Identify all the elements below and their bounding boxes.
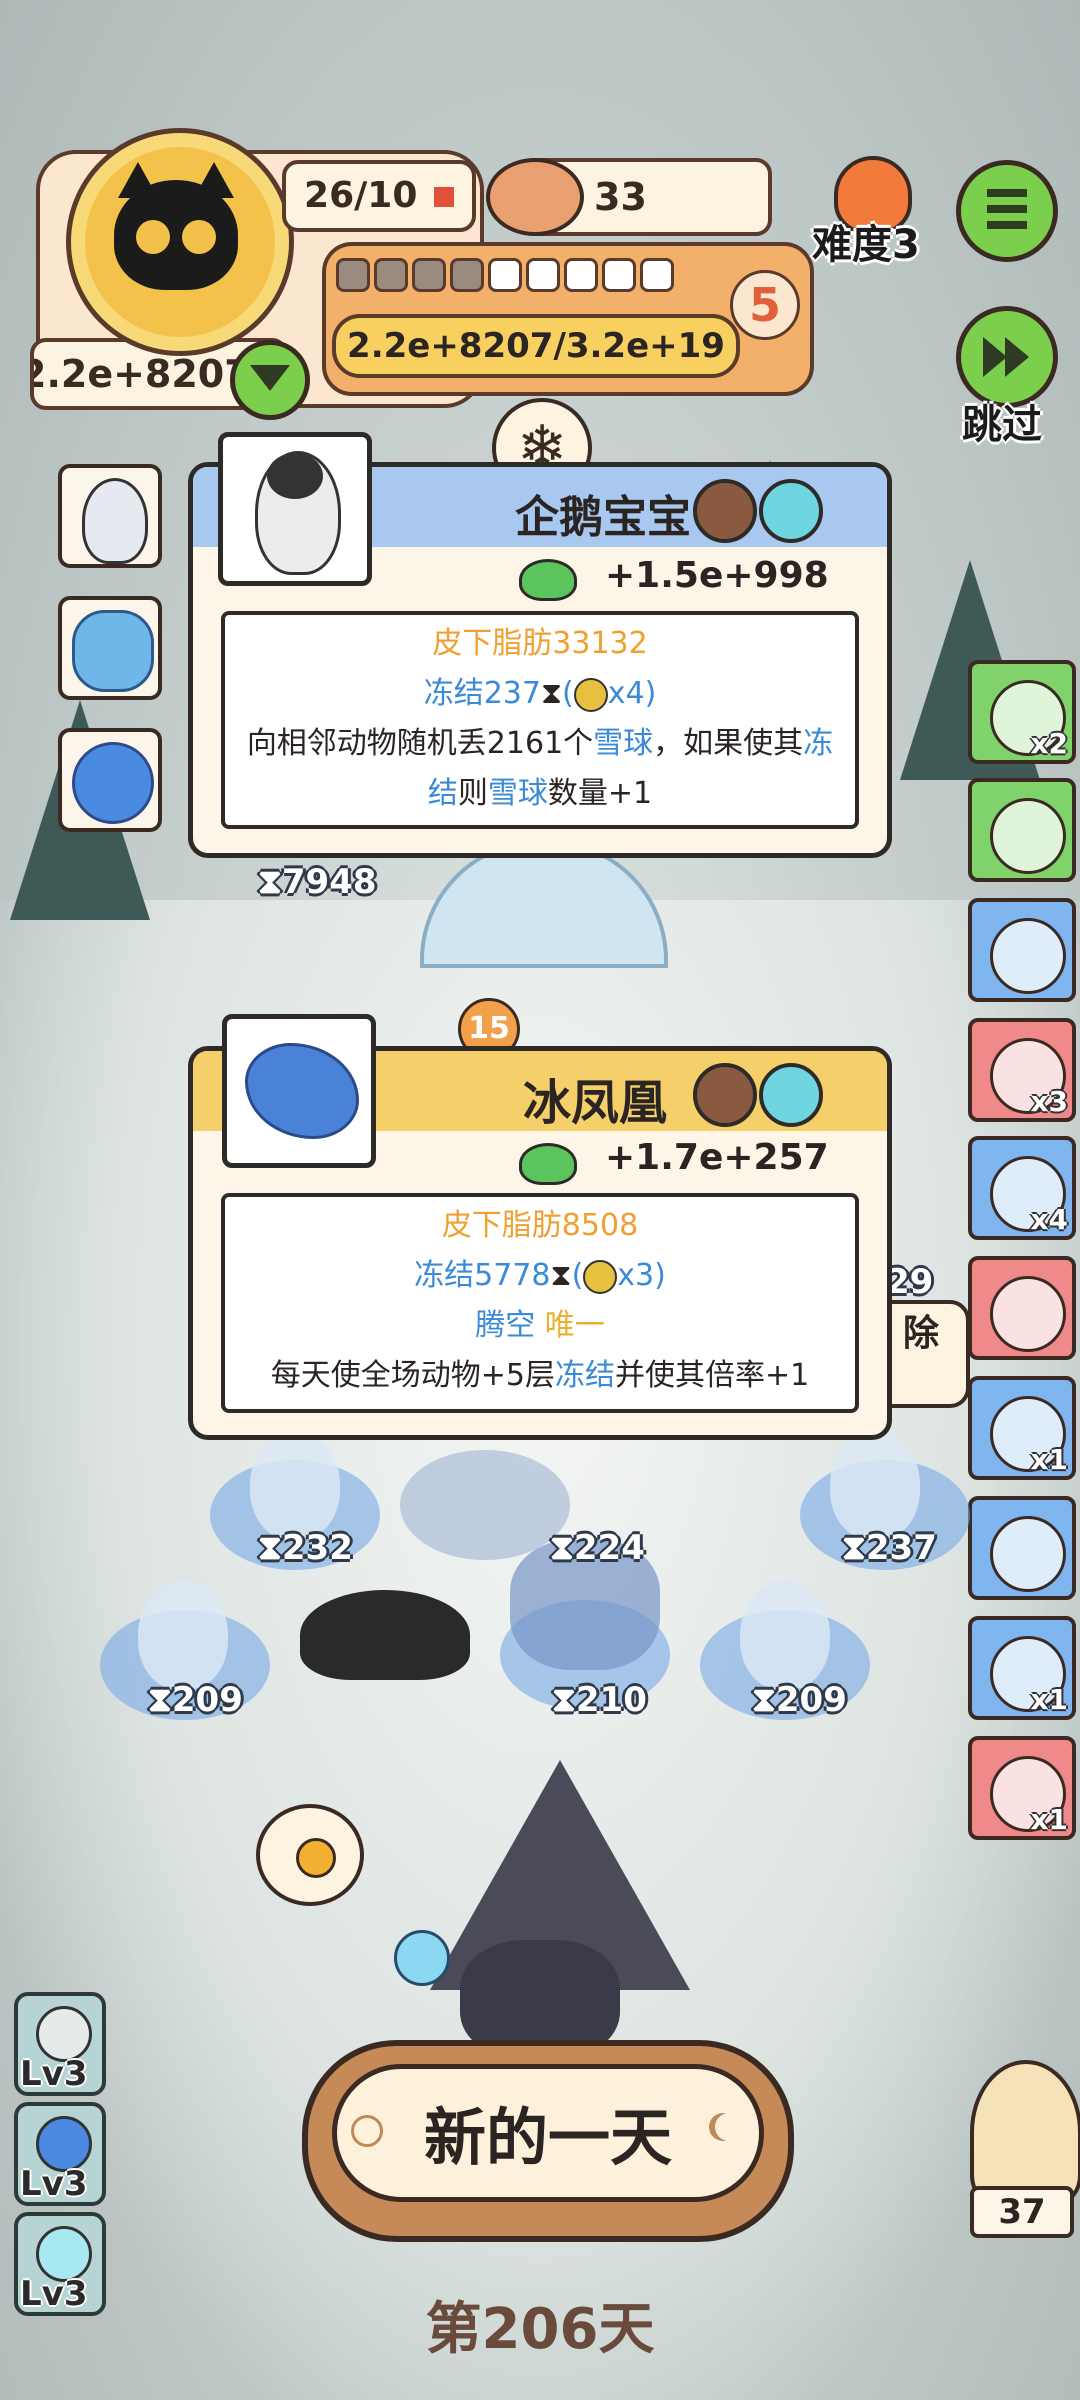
star-badge-icon [573, 677, 608, 712]
level-segments [336, 258, 678, 296]
penguin-portrait [218, 432, 372, 586]
day-counter: 第206天 [425, 2297, 655, 2362]
fast-forward-icon [983, 337, 1007, 377]
new-day-button[interactable]: 新的一天 [302, 2040, 794, 2242]
hourglass-timer: ⧗237 [842, 1528, 937, 1568]
paw-icon [519, 1143, 577, 1185]
penguin-sprite [250, 1430, 340, 1540]
new-day-label: 新的一天 [423, 2101, 672, 2174]
item-slot-9[interactable]: x1 [968, 1616, 1076, 1720]
chevron-down-icon [250, 365, 290, 391]
item-slot-10[interactable]: x1 [968, 1736, 1076, 1840]
item-count: x1 [1030, 1683, 1068, 1716]
hourglass-timer: ⧗224 [550, 1528, 645, 1568]
item-count: x3 [1030, 1085, 1068, 1118]
hourglass-timer: ⧗209 [148, 1680, 243, 1720]
skill-slot-1[interactable]: Lv3 [14, 1992, 106, 2096]
paw-badge-icon [693, 479, 757, 543]
item-slot-5[interactable]: x4 [968, 1136, 1076, 1240]
hourglass-icon: ⧗ [540, 676, 563, 711]
level-number: 5 [730, 270, 800, 340]
mittens-icon [990, 1516, 1066, 1592]
medal-icon [296, 1838, 336, 1878]
money-dropdown-button[interactable] [230, 340, 310, 420]
menu-icon [987, 189, 1027, 197]
menu-button[interactable] [956, 160, 1058, 262]
owl-icon[interactable] [970, 2060, 1080, 2204]
hourglass-timer: ⧗210 [552, 1680, 647, 1720]
card-description: 皮下脂肪33132 冻结237⧗(x4) 向相邻动物随机丢2161个雪球，如果使… [221, 611, 859, 829]
card-icon [990, 798, 1066, 874]
penguin-sprite [830, 1430, 920, 1540]
ice-orb-icon [72, 742, 154, 824]
score-progress: 2.2e+8207/3.2e+19 [332, 314, 740, 378]
ice-crystal-icon [72, 610, 154, 692]
food-can-icon [486, 158, 584, 236]
skip-label: 跳过 [962, 402, 1042, 448]
black-cat-icon [114, 162, 238, 290]
penguin-sprite [740, 1580, 830, 1690]
item-slot-1[interactable]: x2 [968, 660, 1076, 764]
progress-counter: 26/10 [282, 160, 476, 232]
staff-orb-icon [394, 1930, 450, 1986]
item-slot-7[interactable]: x1 [968, 1376, 1076, 1480]
item-slot-8[interactable] [968, 1496, 1076, 1600]
skill-slot-2[interactable]: Lv3 [14, 2102, 106, 2206]
cloud-icon [990, 1276, 1066, 1352]
new-day-inner: 新的一天 [332, 2064, 764, 2202]
card-gain: +1.7e+257 [605, 1137, 829, 1178]
card-gain: +1.5e+998 [605, 555, 829, 596]
item-slot-2[interactable] [968, 778, 1076, 882]
item-slot-4[interactable]: x3 [968, 1018, 1076, 1122]
skill-slot-3[interactable]: Lv3 [14, 2212, 106, 2316]
owl-count: 37 [970, 2186, 1074, 2238]
paw-badge-icon [693, 1063, 757, 1127]
item-slot-6[interactable] [968, 1256, 1076, 1360]
star-badge-icon [583, 1259, 618, 1294]
item-count: x2 [1030, 727, 1068, 760]
item-slot-3[interactable] [968, 898, 1076, 1002]
ice-crystal-slot[interactable] [58, 596, 162, 700]
difficulty-label: 难度3 [812, 222, 920, 268]
penguin-icon [82, 478, 148, 564]
bubble-badge-icon [759, 479, 823, 543]
penguin-slot[interactable] [58, 464, 162, 568]
item-count: x4 [1030, 1203, 1068, 1236]
paw-icon [519, 559, 577, 601]
item-count: x1 [1030, 1443, 1068, 1476]
phoenix-portrait [222, 1014, 376, 1168]
ice-phoenix-icon [245, 1043, 359, 1139]
manta-ray-sprite [300, 1590, 470, 1680]
flag-icon [433, 187, 454, 207]
partial-timer: 29 [886, 1262, 934, 1302]
hourglass-icon: ⧗ [550, 1258, 572, 1293]
bubble-badge-icon [759, 1063, 823, 1127]
animal-pad[interactable] [400, 1450, 570, 1560]
hourglass-timer: ⧗209 [752, 1680, 847, 1720]
card-title: 冰凤凰 [523, 1075, 668, 1131]
penguin-sprite [138, 1580, 228, 1690]
hourglass-timer: ⧗232 [258, 1528, 353, 1568]
ticket-icon [990, 918, 1066, 994]
ice-orb-slot[interactable] [58, 728, 162, 832]
hourglass-timer: ⧗7948 [258, 862, 377, 902]
card-description: 皮下脂肪8508 冻结5778⧗(x3) 腾空 唯一 每天使全场动物+5层冻结并… [221, 1193, 859, 1413]
item-count: x1 [1030, 1803, 1068, 1836]
card-title: 企鹅宝宝 [515, 492, 691, 543]
